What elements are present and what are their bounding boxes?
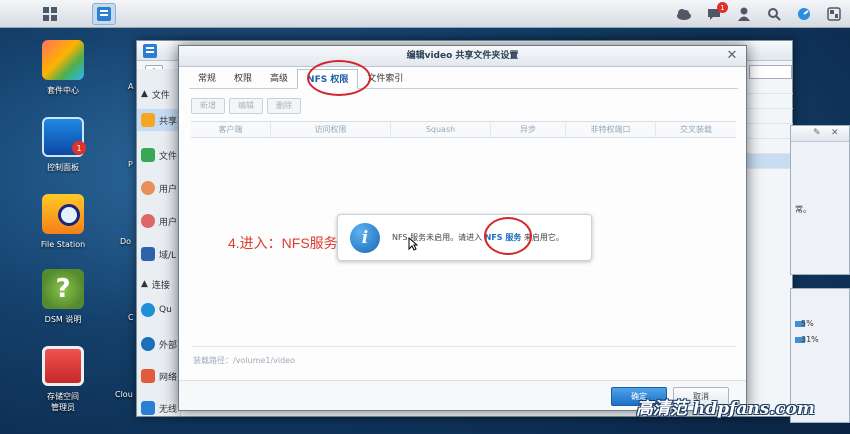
edit-shared-folder-dialog: 编辑video 共享文件夹设置 ✕ 常规 权限 高级 NFS 权限 文件索引 新… [178,45,747,411]
chevron-up-icon: ▲ [141,279,148,289]
control-panel-icon [143,44,157,58]
column-header[interactable]: 交叉装载 [656,122,736,137]
desktop-icon-file-station[interactable]: File Station [30,194,96,250]
shopping-bag-icon [42,40,84,80]
column-header[interactable]: 非特权端口 [566,122,656,137]
control-panel-icon: 1 [42,117,86,157]
desktop-icon-package-center[interactable]: 套件中心 [30,40,96,96]
add-button[interactable]: 新增 [191,98,225,114]
desktop-icon-control-panel[interactable]: 1 控制面板 [30,117,96,173]
share-icon [141,113,155,127]
desktop-label-partial: P [128,160,133,169]
windows-icon [827,7,841,21]
tab-general[interactable]: 常规 [189,69,225,89]
sidebar-item-shared-folder[interactable]: 共享 [137,109,181,131]
wifi-icon [141,401,155,415]
sidebar-item-network[interactable]: 网络 [141,365,181,387]
group-icon [141,214,155,228]
cloud-status-button[interactable] [672,3,696,25]
sidebar-item-user[interactable]: 用户 [141,177,181,199]
info-icon: i [350,223,380,253]
taskbar: 1 [0,0,850,28]
search-icon [768,8,781,21]
user-button[interactable] [732,3,756,25]
globe-icon [141,337,155,351]
close-icon[interactable]: ✕ [831,128,839,138]
edit-button[interactable]: 编辑 [229,98,263,114]
pilot-view-button[interactable] [822,3,846,25]
desktop-icon-storage-manager[interactable]: 存储空间 管理员 [30,346,96,413]
grid-icon [43,7,57,21]
watermark: 高清范 hdpfans.com [636,399,815,419]
highlight-circle-nfs-link [484,217,532,255]
tutorial-annotation: 4.进入：NFS服务 [228,235,338,251]
column-header[interactable]: 访问权限 [271,122,391,137]
close-icon[interactable]: ✕ [724,48,740,64]
desktop-icon-dsm-help[interactable]: ? DSM 说明 [30,269,96,325]
desktop-label-partial: C [128,313,134,322]
widget-note: 常。 [795,205,811,214]
sidebar-section-file[interactable]: ▲ 文件 [141,83,181,105]
table-header: 客户端 访问权限 Squash 异步 非特权端口 交叉装载 [191,122,736,138]
widgets-button[interactable] [792,3,816,25]
gauge-icon [798,8,810,20]
cloud-icon [677,9,691,20]
sidebar-item-file-services[interactable]: 文件 [141,144,181,166]
column-header[interactable]: Squash [391,122,491,137]
desktop-label-partial: Do [120,237,132,246]
divider [191,346,736,347]
delete-button[interactable]: 删除 [267,98,301,114]
mouse-cursor-icon [408,237,418,251]
domain-icon [141,247,155,261]
tab-permissions[interactable]: 权限 [225,69,261,89]
sidebar-item-wireless[interactable]: 无线 [141,397,181,419]
sidebar-item-quickconnect[interactable]: Qu [141,299,181,321]
search-input[interactable] [749,65,792,79]
tab-advanced[interactable]: 高级 [261,69,297,89]
chevron-up-icon: ▲ [141,89,148,99]
widget-panel-top: ✎ ✕ 常。 [790,125,850,275]
column-header[interactable]: 异步 [491,122,566,137]
control-panel-sidebar: ▲ 文件 共享 文件 用户 用户 域/L ▲ 连接 Qu 外部 网络 无线 [137,69,181,416]
sidebar-item-external-access[interactable]: 外部 [141,333,181,355]
user-icon [141,181,155,195]
help-icon: ? [42,269,84,309]
notification-badge: 1 [717,2,728,13]
folder-magnifier-icon [42,194,84,234]
search-button[interactable] [762,3,786,25]
quickconnect-icon [141,303,155,317]
user-icon [738,7,750,21]
ram-percent: 31% [801,335,819,344]
main-menu-button[interactable] [38,3,62,25]
storage-icon [42,346,84,386]
highlight-circle-nfs-tab [307,60,371,96]
nfs-disabled-notice: i NFS 服务未启用。请进入 NFS 服务 来启用它。 [337,214,592,261]
mount-path: 装载路径：/volume1/video [193,356,295,365]
dialog-tabs: 常规 权限 高级 NFS 权限 文件索引 [189,69,738,89]
desktop-label-partial: A [128,82,134,91]
sidebar-item-group[interactable]: 用户 [141,210,181,232]
control-panel-taskbar-button[interactable] [92,3,116,25]
file-services-icon [141,148,155,162]
dialog-title: 编辑video 共享文件夹设置 [179,46,746,67]
control-panel-icon [97,7,111,21]
pin-icon[interactable]: ✎ [813,128,821,138]
control-panel-badge: 1 [72,141,86,155]
nfs-toolbar: 新增 编辑 删除 [191,98,301,114]
sidebar-item-domain[interactable]: 域/L [141,243,181,265]
sidebar-section-connectivity[interactable]: ▲ 连接 [141,273,181,295]
desktop-label-partial: Clou [115,390,133,399]
cpu-percent: 5% [801,319,814,328]
notifications-button[interactable]: 1 [702,2,728,25]
column-header[interactable]: 客户端 [191,122,271,137]
network-icon [141,369,155,383]
widget-titlebar: ✎ ✕ [791,126,849,142]
